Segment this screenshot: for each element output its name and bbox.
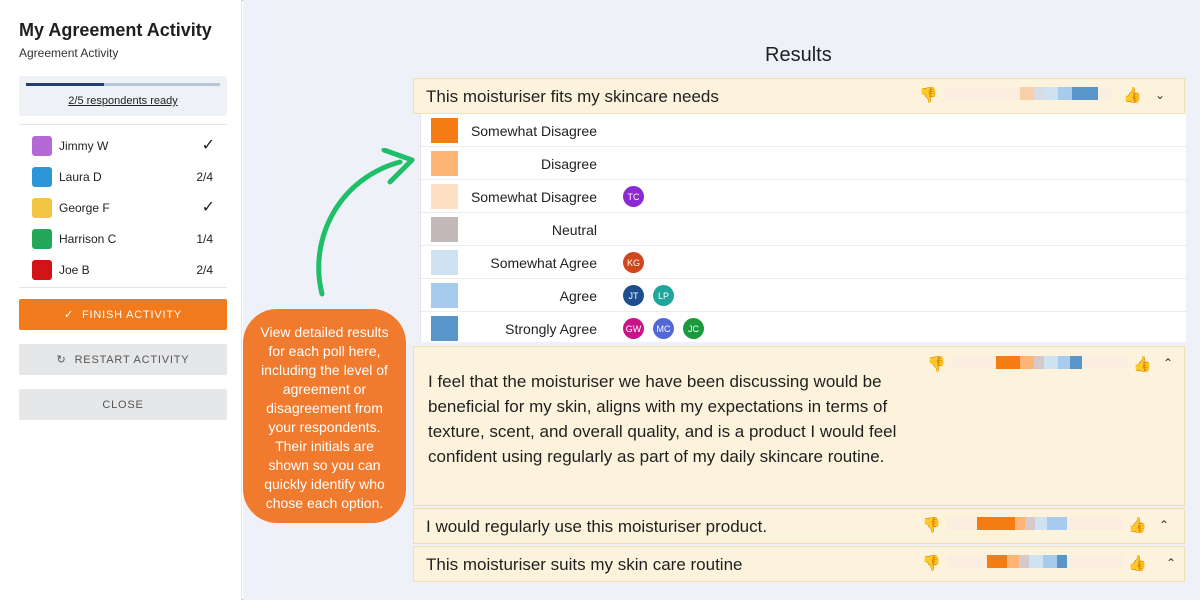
thumbs-down-icon: 👎 [919, 87, 938, 104]
option-label: Somewhat Agree [490, 255, 597, 271]
response-distribution-bar [952, 356, 1128, 369]
progress-text[interactable]: 2/5 respondents ready [19, 95, 227, 107]
poll-statement: This moisturiser suits my skin care rout… [426, 555, 743, 574]
respondent-progress: 1/4 [196, 232, 213, 246]
thumbs-up-icon: 👍 [1128, 517, 1147, 534]
divider [19, 124, 227, 125]
respondent-color-swatch [32, 167, 52, 187]
thumbs-up-icon: 👍 [1128, 555, 1147, 572]
poll-options-list: Somewhat Disagree Disagree Somewhat Disa… [420, 114, 1187, 345]
finish-activity-button[interactable]: ✓ FINISH ACTIVITY [19, 299, 227, 330]
option-color-swatch [431, 283, 458, 308]
option-color-swatch [431, 217, 458, 242]
thumbs-down-icon: 👎 [927, 356, 946, 373]
respondent-avatar: MC [653, 318, 674, 339]
option-color-swatch [431, 250, 458, 275]
option-color-swatch [431, 184, 458, 209]
poll-row[interactable]: I would regularly use this moisturiser p… [413, 508, 1185, 544]
divider [19, 287, 227, 288]
close-button[interactable]: CLOSE [19, 389, 227, 420]
option-color-swatch [431, 151, 458, 176]
poll-statement: I feel that the moisturiser we have been… [428, 372, 897, 466]
thumbs-up-icon: 👍 [1133, 356, 1152, 373]
check-icon: ✓ [201, 199, 215, 216]
option-label: Disagree [540, 156, 597, 172]
respondent-progress: 2/4 [196, 263, 213, 277]
thumbs-up-icon: 👍 [1123, 87, 1142, 104]
thumbs-down-icon: 👎 [922, 517, 941, 534]
respondent-list: Jimmy W ✓ Laura D 2/4 George F ✓ Harriso… [19, 130, 227, 285]
progress-fill [26, 83, 104, 86]
check-icon: ✓ [63, 309, 74, 321]
respondent-name: Harrison C [59, 232, 117, 246]
restart-activity-label: RESTART ACTIVITY [74, 353, 190, 366]
respondent-color-swatch [32, 260, 52, 280]
respondents-progress: 2/5 respondents ready [19, 76, 227, 116]
respondent-item[interactable]: Harrison C 1/4 [19, 223, 227, 254]
response-distribution-bar [947, 555, 1123, 568]
option-row: Somewhat Disagree TC [421, 180, 1187, 213]
respondent-item[interactable]: George F ✓ [19, 192, 227, 223]
poll-row[interactable]: This moisturiser fits my skincare needs … [413, 78, 1185, 114]
respondent-progress: 2/4 [196, 170, 213, 184]
respondent-color-swatch [32, 198, 52, 218]
option-label: Neutral [551, 222, 597, 238]
poll-row[interactable]: 👎 👍 ⌃ I feel that the moisturiser we hav… [413, 346, 1185, 506]
respondent-name: George F [59, 201, 110, 215]
app-title: My Agreement Activity [19, 20, 212, 40]
option-color-swatch [431, 316, 458, 341]
respondent-item[interactable]: Joe B 2/4 [19, 254, 227, 285]
respondent-initials: KG [623, 252, 644, 273]
option-row: Somewhat Disagree [421, 114, 1187, 147]
respondent-initials: GW MC JC [623, 318, 704, 339]
close-label: CLOSE [102, 398, 144, 411]
option-label: Agree [559, 288, 597, 304]
sidebar: My Agreement Activity Agreement Activity… [0, 0, 242, 600]
respondent-avatar: JC [683, 318, 704, 339]
restart-icon: ↻ [56, 354, 67, 366]
respondent-name: Jimmy W [59, 139, 109, 153]
chevron-down-icon[interactable]: ⌄ [1155, 88, 1165, 102]
respondent-avatar: TC [623, 186, 644, 207]
option-row: Neutral [421, 213, 1187, 246]
respondent-avatar: KG [623, 252, 644, 273]
respondent-avatar: JT [623, 285, 644, 306]
option-row: Disagree [421, 147, 1187, 180]
poll-statement: This moisturiser fits my skincare needs [426, 87, 719, 106]
callout-arrow [316, 148, 415, 297]
app-subtitle: Agreement Activity [19, 46, 119, 60]
poll-statement: I would regularly use this moisturiser p… [426, 517, 768, 536]
results-title: Results [765, 44, 832, 66]
finish-activity-label: FINISH ACTIVITY [82, 308, 183, 321]
respondent-name: Laura D [59, 170, 102, 184]
respondent-item[interactable]: Laura D 2/4 [19, 161, 227, 192]
option-row: Somewhat Agree KG [421, 246, 1187, 279]
option-label: Strongly Agree [505, 321, 597, 337]
respondent-color-swatch [32, 229, 52, 249]
chevron-up-icon[interactable]: ⌃ [1163, 356, 1173, 370]
thumbs-down-icon: 👎 [922, 555, 941, 572]
option-row: Agree JT LP [421, 279, 1187, 312]
respondent-name: Joe B [59, 263, 90, 277]
restart-activity-button[interactable]: ↻ RESTART ACTIVITY [19, 344, 227, 375]
respondent-initials: JT LP [623, 285, 674, 306]
option-label: Somewhat Disagree [470, 189, 597, 205]
respondent-initials: TC [623, 186, 644, 207]
respondent-avatar: LP [653, 285, 674, 306]
option-color-swatch [431, 118, 458, 143]
respondent-item[interactable]: Jimmy W ✓ [19, 130, 227, 161]
progress-track [26, 83, 220, 86]
response-distribution-bar [947, 517, 1123, 530]
chevron-up-icon[interactable]: ⌃ [1159, 518, 1169, 532]
respondent-color-swatch [32, 136, 52, 156]
check-icon: ✓ [201, 137, 215, 154]
help-callout: View detailed results for each poll here… [243, 309, 406, 523]
respondent-avatar: GW [623, 318, 644, 339]
response-distribution-bar [944, 87, 1112, 100]
chevron-up-icon[interactable]: ⌃ [1166, 556, 1176, 570]
poll-row[interactable]: This moisturiser suits my skin care rout… [413, 546, 1185, 582]
option-label: Somewhat Disagree [470, 123, 597, 139]
option-row: Strongly Agree GW MC JC [421, 312, 1187, 345]
